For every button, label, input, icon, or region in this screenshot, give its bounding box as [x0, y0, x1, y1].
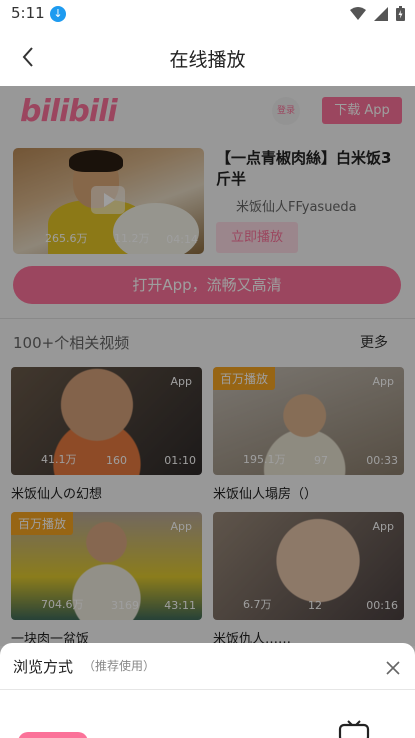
play-now-button[interactable]: 立即播放 — [216, 222, 298, 253]
divider — [0, 318, 415, 319]
browse-mode-sheet: 浏览方式 （推荐使用） — [0, 643, 415, 738]
duration: 43:11 — [164, 599, 196, 612]
views-count: 265.6万 — [45, 232, 88, 245]
related-video-card[interactable]: App 6.7万 12 00:16 米饭仇人…… — [213, 512, 404, 646]
duration: 04:14 — [166, 233, 198, 246]
views-count: 6.7万 — [243, 598, 272, 611]
video-thumbnail[interactable]: 百万播放 App 704.6万 3169 43:11 — [11, 512, 202, 620]
sheet-hint: （推荐使用） — [83, 659, 156, 673]
video-thumbnail[interactable]: App 41.1万 160 01:10 — [11, 367, 202, 475]
video-thumbnail[interactable]: App 6.7万 12 00:16 — [213, 512, 404, 620]
duration: 00:16 — [366, 599, 398, 612]
related-video-card[interactable]: 百万播放 App 704.6万 3169 43:11 一块肉一盆饭 — [11, 512, 202, 646]
app-tag: App — [372, 375, 395, 388]
page-title: 在线播放 — [169, 49, 246, 71]
sheet-title: 浏览方式 — [13, 658, 74, 676]
duration: 00:33 — [366, 454, 398, 467]
battery-icon — [396, 6, 405, 21]
app-tag: App — [170, 375, 193, 388]
video-title: 【一点青椒肉絲】白米饭3斤半 — [216, 149, 392, 188]
more-link[interactable]: 更多 — [360, 332, 388, 352]
open-in-app-option[interactable] — [18, 732, 88, 738]
status-time: 5:11 — [11, 4, 45, 22]
app-tag: App — [170, 520, 193, 533]
tv-icon[interactable] — [338, 719, 370, 738]
danmaku-count: 97 — [314, 454, 328, 467]
status-bar: 5:11 ↓ — [0, 0, 415, 28]
duration: 01:10 — [164, 454, 196, 467]
views-count: 704.6万 — [41, 598, 84, 611]
related-video-card[interactable]: 百万播放 App 195.1万 97 00:33 米饭仙人塌房（） — [213, 367, 404, 502]
main-video-thumbnail[interactable]: 265.6万 11.2万 04:14 — [13, 148, 204, 254]
related-heading: 100+个相关视频 — [13, 334, 130, 352]
close-icon[interactable] — [385, 660, 401, 676]
views-count: 195.1万 — [243, 453, 286, 466]
divider — [0, 689, 415, 690]
play-icon[interactable] — [91, 186, 125, 214]
status-icons — [350, 6, 405, 21]
video-thumbnail[interactable]: 百万播放 App 195.1万 97 00:33 — [213, 367, 404, 475]
login-button[interactable]: 登录 — [272, 97, 300, 125]
app-tag: App — [372, 520, 395, 533]
danmaku-count: 12 — [308, 599, 322, 612]
download-icon: ↓ — [50, 6, 66, 22]
danmaku-count: 160 — [106, 454, 127, 467]
related-video-card[interactable]: App 41.1万 160 01:10 米饭仙人の幻想 — [11, 367, 202, 502]
video-caption: 米饭仙人塌房（） — [213, 487, 318, 502]
uploader-name[interactable]: 米饭仙人FFyasueda — [236, 196, 357, 215]
danmaku-count: 11.2万 — [114, 232, 150, 245]
million-plays-badge: 百万播放 — [11, 512, 74, 535]
million-plays-badge: 百万播放 — [213, 367, 276, 390]
video-caption: 米饭仙人の幻想 — [11, 487, 103, 502]
signal-icon — [374, 6, 388, 21]
web-page: bilibili 登录 下载 App 265.6万 11.2万 04:14 【一… — [0, 86, 415, 646]
views-count: 41.1万 — [41, 453, 77, 466]
danmaku-count: 3169 — [111, 599, 139, 612]
title-bar: 在线播放 — [0, 28, 415, 86]
open-app-button[interactable]: 打开App，流畅又高清 — [13, 266, 401, 304]
download-app-button[interactable]: 下载 App — [322, 97, 402, 124]
bilibili-logo: bilibili — [20, 94, 118, 129]
wifi-icon — [350, 6, 366, 20]
